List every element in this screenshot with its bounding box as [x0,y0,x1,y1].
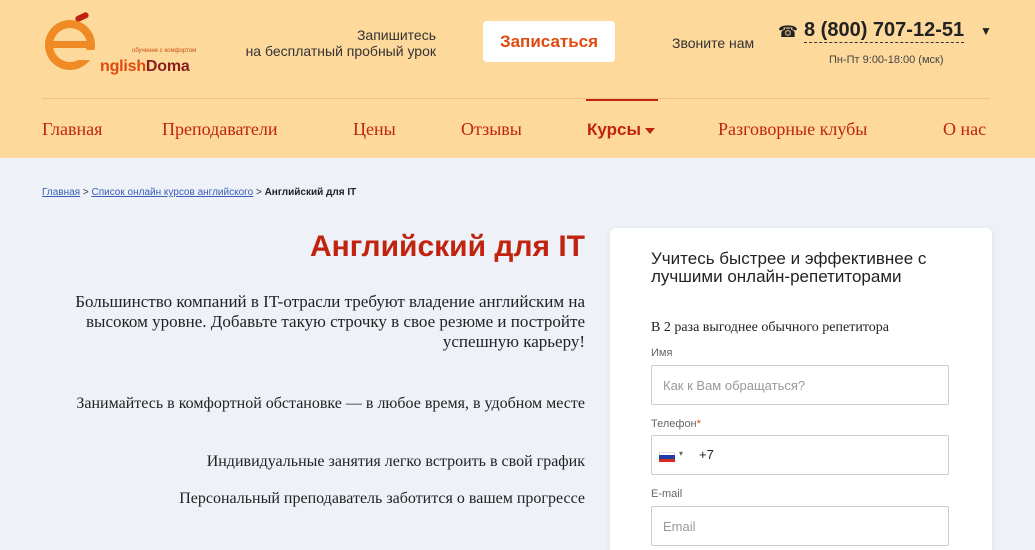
phone-input[interactable]: ▾ +7 [651,435,949,475]
lead-paragraph: Большинство компаний в IT-отрасли требую… [75,292,585,351]
chevron-down-icon[interactable]: ▼ [980,24,992,38]
site-header: обучение с комфортом nglishDoma Запишите… [0,0,1035,158]
chevron-down-icon [644,127,655,134]
nav-item-prices[interactable]: Цены [353,119,396,140]
logo-slogan: обучение с комфортом [132,48,197,54]
nav-item-teachers[interactable]: Преподаватели [162,119,278,140]
nav-item-courses-label: Курсы [587,120,641,139]
chevron-down-icon[interactable]: ▾ [679,449,683,458]
email-field-label: E-mail [651,488,683,500]
form-subtitle: В 2 раза выгоднее обычного репетитора [651,320,889,335]
main-nav: Главная Преподаватели Цены Отзывы Курсы … [0,99,1035,158]
working-hours: Пн-Пт 9:00-18:00 (мск) [829,54,944,66]
nav-item-courses[interactable]: Курсы [587,120,655,140]
breadcrumb-separator: > [255,187,262,198]
trial-lesson-promo: Запишитесь на бесплатный пробный урок [230,27,436,59]
page-title: Английский для IT [310,230,585,263]
phone-icon: ☎ [778,24,798,41]
nav-item-reviews[interactable]: Отзывы [461,119,522,140]
nav-item-home[interactable]: Главная [42,119,102,140]
call-us-label: Звоните нам [672,35,755,51]
nav-item-about[interactable]: О нас [943,119,986,140]
name-field-label: Имя [651,347,673,359]
englishdoma-logo[interactable]: обучение с комфортом nglishDoma [42,10,202,80]
phone-label-text: Телефон [651,418,697,430]
logo-wordmark-suffix: Doma [145,58,190,75]
signup-form-card: Учитесь быстрее и эффективнее с лучшими … [610,228,992,550]
name-input[interactable] [651,365,949,405]
phone-number[interactable]: 8 (800) 707-12-51 [804,19,965,43]
logo-wordmark: nglishDoma [100,58,190,76]
feature-item: Персональный преподаватель заботится о в… [179,490,585,507]
breadcrumb: Главная > Список онлайн курсов английско… [42,187,356,198]
promo-line-1: Запишитесь [356,27,436,43]
phone-country-prefix: +7 [699,447,714,462]
signup-button[interactable]: Записаться [483,21,615,62]
russia-flag-icon[interactable] [659,452,675,462]
breadcrumb-courses-link[interactable]: Список онлайн курсов английского [91,187,253,198]
nav-item-speaking-clubs[interactable]: Разговорные клубы [718,119,867,140]
breadcrumb-home-link[interactable]: Главная [42,187,80,198]
promo-line-2: на бесплатный пробный урок [245,43,436,59]
feature-item: Занимайтесь в комфортной обстановке — в … [76,395,585,412]
form-title: Учитесь быстрее и эффективнее с лучшими … [651,249,927,286]
breadcrumb-current: Английский для IT [264,187,357,198]
nav-active-indicator [586,99,658,101]
breadcrumb-separator: > [82,187,89,198]
required-mark: * [696,418,701,430]
logo-wordmark-prefix: nglish [100,58,146,75]
email-input[interactable] [651,506,949,546]
feature-item: Индивидуальные занятия легко встроить в … [206,453,585,470]
phone-field-label: Телефон* [651,418,701,430]
